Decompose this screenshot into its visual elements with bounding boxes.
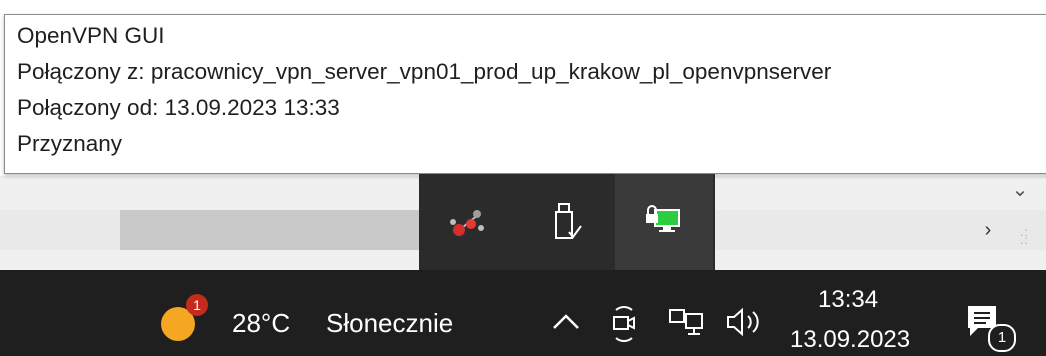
clock-button[interactable]: 13:34 13.09.2023 xyxy=(784,270,944,356)
tooltip-connected-to: Połączony z: pracownicy_vpn_server_vpn01… xyxy=(17,59,832,84)
weather-badge-count: 1 xyxy=(193,297,201,313)
clock-date: 13.09.2023 xyxy=(790,326,911,353)
tray-item-network-app[interactable] xyxy=(419,174,517,270)
clock-time: 13:34 xyxy=(818,286,879,313)
network-wired-icon xyxy=(669,309,703,335)
tooltip-status: Przyznany xyxy=(17,131,123,156)
network-button[interactable] xyxy=(664,300,708,344)
tray-overflow-flyout xyxy=(419,174,715,270)
tooltip-title: OpenVPN GUI xyxy=(17,23,165,48)
weather-widget[interactable]: 1 28°C Słonecznie xyxy=(150,270,502,356)
notification-badge: 1 xyxy=(988,324,1016,352)
tray-item-openvpn[interactable] xyxy=(615,174,713,270)
resize-grip-icon[interactable]: .:.: xyxy=(1020,226,1040,248)
usb-eject-icon xyxy=(555,203,582,239)
openvpn-tooltip: OpenVPN GUI Połączony z: pracownicy_vpn_… xyxy=(4,14,1046,174)
weather-badge: 1 xyxy=(186,294,208,316)
volume-button[interactable] xyxy=(720,300,770,344)
horizontal-scrollbar-thumb[interactable] xyxy=(120,210,420,250)
chevron-up-icon xyxy=(553,314,579,329)
notification-badge-count: 1 xyxy=(997,329,1007,346)
tooltip-connected-since: Połączony od: 13.09.2023 13:33 xyxy=(17,95,340,120)
camera-icon xyxy=(613,306,635,342)
speaker-icon xyxy=(727,307,759,337)
network-app-icon xyxy=(450,210,484,236)
meet-now-button[interactable] xyxy=(604,300,644,344)
openvpn-connected-icon xyxy=(646,205,680,232)
taskbar: 1 28°C Słonecznie 13:34 13.09.2023 1 xyxy=(0,270,1046,356)
notification-center-button[interactable]: 1 xyxy=(958,296,1028,356)
tray-item-usb[interactable] xyxy=(517,174,615,270)
scroll-down-chevron-icon[interactable]: ⌄ xyxy=(1008,178,1032,202)
show-hidden-icons-button[interactable] xyxy=(546,300,586,344)
weather-condition: Słonecznie xyxy=(326,308,454,338)
weather-temperature: 28°C xyxy=(232,308,291,338)
scroll-right-chevron-icon[interactable]: › xyxy=(976,218,1000,242)
